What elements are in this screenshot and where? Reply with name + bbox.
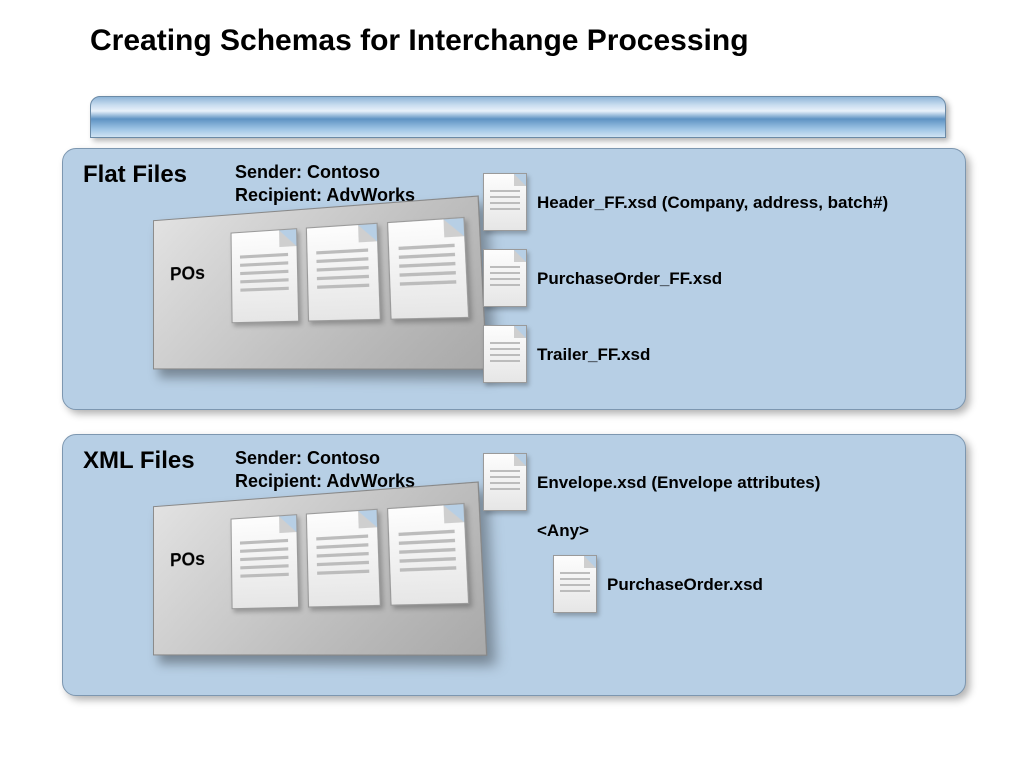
xml-files-meta: Sender: Contoso Recipient: AdvWorks (235, 447, 415, 492)
slide-title: Creating Schemas for Interchange Process… (90, 24, 749, 58)
file-icon (483, 453, 527, 511)
envelope-label: POs (170, 549, 205, 572)
envelope-doc-icon (387, 217, 469, 320)
file-label-trailer-ff: Trailer_FF.xsd (537, 345, 650, 365)
glass-bar-decor (90, 96, 946, 138)
xml-files-envelope: POs (153, 481, 487, 655)
flat-files-meta: Sender: Contoso Recipient: AdvWorks (235, 161, 415, 206)
file-icon (483, 173, 527, 231)
envelope-doc-icon (306, 223, 381, 322)
flat-files-envelope: POs (153, 195, 487, 369)
envelope-doc-icon (387, 503, 469, 606)
any-element-label: <Any> (537, 521, 589, 541)
envelope-label: POs (170, 263, 205, 286)
envelope-doc-icon (231, 228, 300, 323)
flat-files-panel-title: Flat Files (83, 161, 187, 189)
xml-files-panel: XML Files Sender: Contoso Recipient: Adv… (62, 434, 966, 696)
file-label-envelope-xsd: Envelope.xsd (Envelope attributes) (537, 473, 820, 493)
file-icon (483, 249, 527, 307)
file-label-po-xsd: PurchaseOrder.xsd (607, 575, 763, 595)
file-icon (483, 325, 527, 383)
file-label-header-ff: Header_FF.xsd (Company, address, batch#) (537, 193, 888, 213)
xml-files-panel-title: XML Files (83, 447, 195, 475)
file-icon (553, 555, 597, 613)
file-label-po-ff: PurchaseOrder_FF.xsd (537, 269, 722, 289)
envelope-doc-icon (231, 514, 300, 609)
flat-files-panel: Flat Files Sender: Contoso Recipient: Ad… (62, 148, 966, 410)
envelope-doc-icon (306, 509, 381, 608)
